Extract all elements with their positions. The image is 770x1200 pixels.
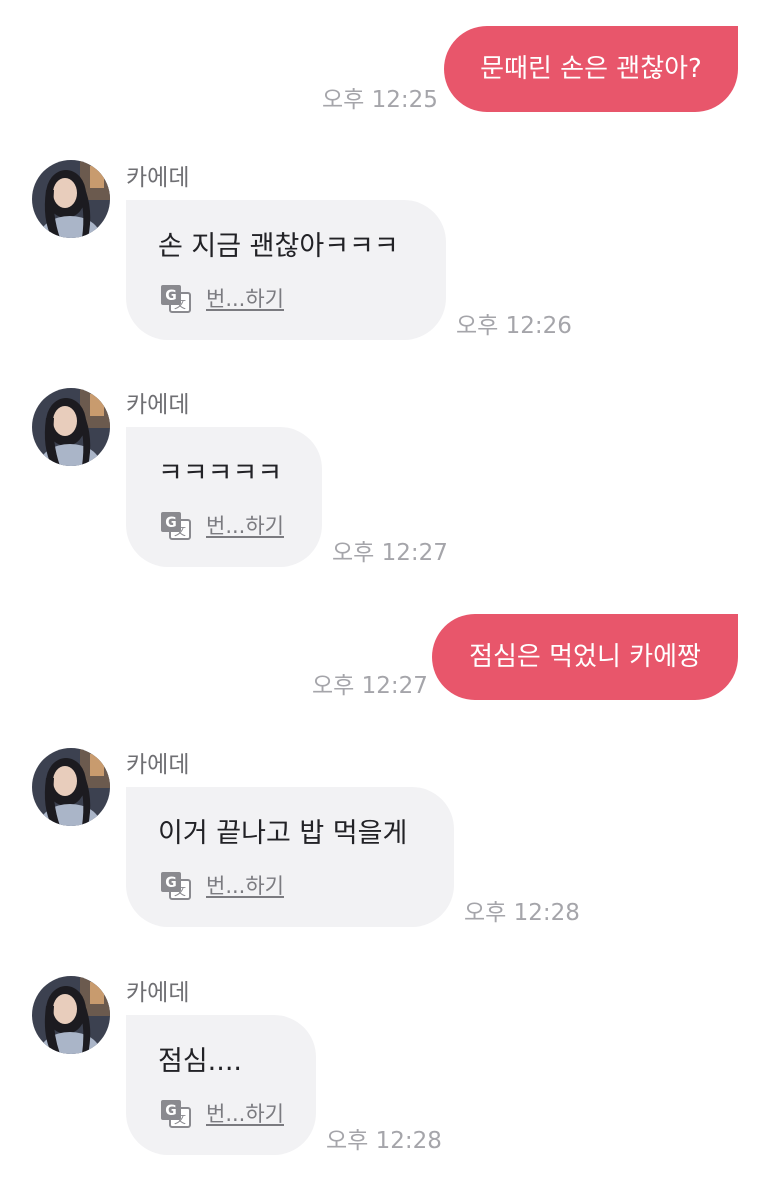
sender-name: 카에데	[126, 392, 190, 418]
incoming-message-bubble[interactable]: 손 지금 괜찮아ㅋㅋㅋ 文 G 번...하기	[126, 200, 446, 340]
message-text: 점심은 먹었니 카에짱	[469, 642, 701, 672]
translate-icon: 文 G	[161, 285, 191, 313]
svg-text:G: G	[165, 288, 177, 304]
svg-text:G: G	[165, 515, 177, 531]
message-text: 이거 끝나고 밥 먹을게	[158, 818, 408, 849]
outgoing-message-bubble[interactable]: 문때린 손은 괜찮아?	[444, 26, 738, 112]
translate-icon: 文 G	[161, 512, 191, 540]
svg-text:G: G	[165, 1103, 177, 1119]
incoming-message-bubble[interactable]: ㅋㅋㅋㅋㅋ 文 G 번...하기	[126, 427, 322, 567]
translate-link[interactable]: 文 G 번...하기	[160, 871, 284, 901]
incoming-message-bubble[interactable]: 점심.... 文 G 번...하기	[126, 1015, 316, 1155]
message-text: 점심....	[158, 1046, 243, 1077]
outgoing-message-bubble[interactable]: 점심은 먹었니 카에짱	[432, 614, 738, 700]
translate-icon: 文 G	[161, 872, 191, 900]
message-timestamp: 오후 12:28	[464, 900, 580, 926]
avatar[interactable]	[32, 388, 110, 466]
message-text: ㅋㅋㅋㅋㅋ	[158, 458, 283, 489]
svg-text:G: G	[165, 875, 177, 891]
avatar[interactable]	[32, 976, 110, 1054]
message-text: 문때린 손은 괜찮아?	[480, 54, 702, 84]
avatar[interactable]	[32, 748, 110, 826]
avatar[interactable]	[32, 160, 110, 238]
sender-name: 카에데	[126, 165, 190, 191]
translate-label: 번...하기	[206, 874, 284, 898]
sender-name: 카에데	[126, 752, 190, 778]
sender-name: 카에데	[126, 980, 190, 1006]
translate-icon: 文 G	[161, 1100, 191, 1128]
message-timestamp: 오후 12:28	[326, 1128, 442, 1154]
translate-label: 번...하기	[206, 514, 284, 538]
translate-link[interactable]: 文 G 번...하기	[160, 1099, 284, 1129]
translate-label: 번...하기	[206, 1102, 284, 1126]
translate-link[interactable]: 文 G 번...하기	[160, 284, 284, 314]
message-timestamp: 오후 12:26	[456, 313, 572, 339]
translate-link[interactable]: 文 G 번...하기	[160, 511, 284, 541]
incoming-message-bubble[interactable]: 이거 끝나고 밥 먹을게 文 G 번...하기	[126, 787, 454, 927]
message-timestamp: 오후 12:27	[332, 540, 448, 566]
message-text: 손 지금 괜찮아ㅋㅋㅋ	[158, 231, 399, 262]
message-timestamp: 오후 12:27	[312, 673, 428, 699]
translate-label: 번...하기	[206, 287, 284, 311]
message-timestamp: 오후 12:25	[322, 87, 438, 113]
